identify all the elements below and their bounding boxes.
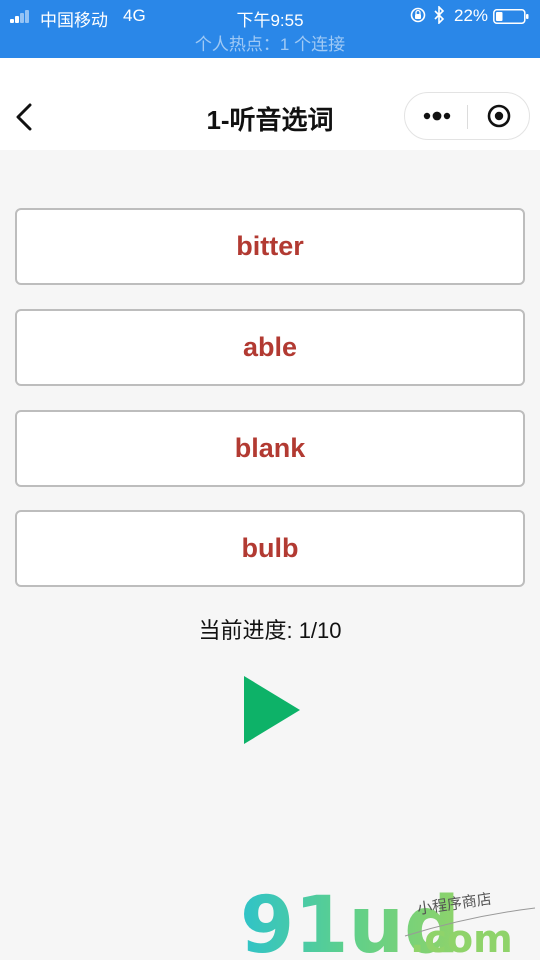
option-button-4[interactable]: bulb — [15, 510, 525, 587]
battery-percent: 22% — [454, 6, 489, 25]
nav-bar: 1-听音选词 — [0, 58, 540, 150]
option-button-2[interactable]: able — [15, 309, 525, 386]
mini-program-capsule — [404, 92, 530, 140]
option-button-1[interactable]: bitter — [15, 208, 525, 285]
watermark-logo: 91ud .com 小程序商店 — [240, 881, 536, 960]
close-mini-program-icon[interactable] — [481, 101, 521, 131]
rotation-lock-icon — [410, 7, 426, 23]
hotspot-banner[interactable]: 个人热点：1 个连接 — [0, 30, 540, 55]
option-button-3[interactable]: blank — [15, 410, 525, 487]
status-bar: 中国移动 4G 下午9:55 22% 个人热点：1 个连接 — [0, 0, 540, 58]
watermark-domain: .com — [410, 917, 513, 960]
bluetooth-icon — [434, 6, 445, 24]
progress-label: 当前进度: 1/10 — [198, 618, 342, 643]
capsule-divider — [467, 105, 468, 129]
more-dots-icon[interactable] — [417, 101, 457, 131]
status-row: 中国移动 4G 下午9:55 22% — [0, 3, 540, 30]
play-audio-icon[interactable] — [242, 674, 302, 746]
battery-icon — [493, 9, 529, 24]
